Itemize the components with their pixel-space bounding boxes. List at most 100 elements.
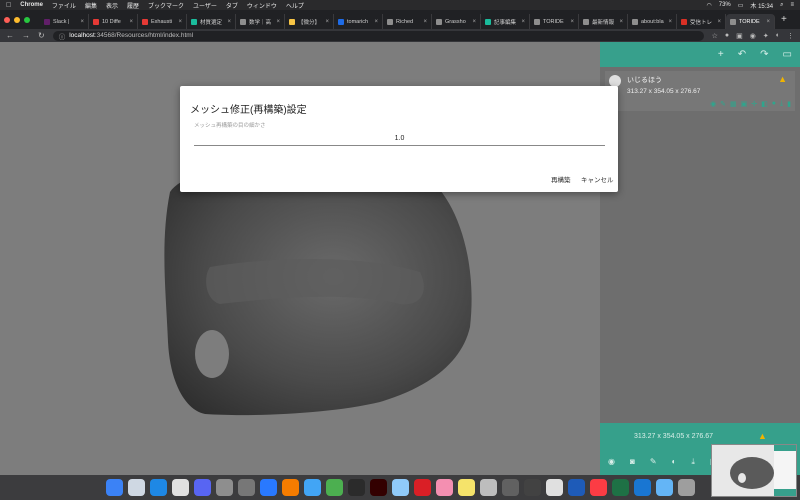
- edit-icon[interactable]: ✎: [650, 457, 657, 467]
- battery-percent[interactable]: 73%: [719, 2, 731, 8]
- chrome-icon[interactable]: [545, 479, 563, 496]
- trash-icon[interactable]: [677, 479, 695, 496]
- tab-close-icon[interactable]: ×: [766, 19, 770, 25]
- creative-cloud-icon[interactable]: [413, 479, 431, 496]
- browser-tab[interactable]: Grassho ×: [432, 14, 481, 29]
- menu-file[interactable]: ファイル: [52, 1, 76, 10]
- app-icon[interactable]: [259, 479, 277, 496]
- delete-icon[interactable]: ▮: [787, 100, 791, 108]
- notes-icon[interactable]: [457, 479, 475, 496]
- browser-tab[interactable]: 記事編集 ×: [481, 14, 530, 29]
- url-field[interactable]: ⓘ localhost:34568/Resources/html/index.h…: [52, 30, 704, 41]
- clock[interactable]: 木 15:34: [750, 1, 773, 10]
- mesh-resolution-input[interactable]: [194, 131, 605, 146]
- app-icon[interactable]: [325, 479, 343, 496]
- cancel-button[interactable]: キャンセル: [581, 174, 614, 184]
- browser-tab[interactable]: TORIDE ×: [726, 14, 775, 29]
- new-tab-button[interactable]: +: [781, 14, 787, 25]
- menu-bookmarks[interactable]: ブックマーク: [148, 1, 184, 10]
- music-icon[interactable]: [589, 479, 607, 496]
- forward-icon[interactable]: →: [22, 31, 30, 40]
- c-icon[interactable]: [303, 479, 321, 496]
- download-icon[interactable]: ⤓: [691, 457, 695, 467]
- browser-tab[interactable]: Slack | ×: [40, 14, 89, 29]
- extensions-puzzle-icon[interactable]: ✦: [763, 32, 769, 40]
- tab-close-icon[interactable]: ×: [619, 19, 623, 25]
- mesh-list-item[interactable]: いじるほう 313.27 x 354.05 x 276.67 ▲ ◉ ✎ ▦ ▣…: [605, 71, 795, 111]
- battery-icon[interactable]: ▭: [738, 2, 744, 9]
- extension-icon[interactable]: ▣: [736, 32, 743, 40]
- tab-close-icon[interactable]: ×: [80, 19, 84, 25]
- chrome-icon[interactable]: [171, 479, 189, 496]
- browser-tab[interactable]: 10 Diffe ×: [89, 14, 138, 29]
- tab-close-icon[interactable]: ×: [374, 19, 378, 25]
- photos-icon[interactable]: [435, 479, 453, 496]
- fusion-icon[interactable]: [281, 479, 299, 496]
- site-info-icon[interactable]: ⓘ: [59, 31, 66, 41]
- edit-icon[interactable]: ✎: [720, 100, 726, 108]
- tab-close-icon[interactable]: ×: [472, 19, 476, 25]
- pycharm-icon[interactable]: [347, 479, 365, 496]
- add-icon[interactable]: +: [718, 49, 724, 60]
- close-window-button[interactable]: [4, 16, 10, 23]
- grid-icon[interactable]: ▦: [730, 100, 737, 108]
- menu-history[interactable]: 履歴: [127, 1, 139, 10]
- split-icon[interactable]: ◧: [761, 100, 768, 108]
- extension-icon[interactable]: ●: [725, 32, 729, 39]
- browser-tab[interactable]: 材質選定 ×: [187, 14, 236, 29]
- apple-icon[interactable]: : [6, 2, 11, 9]
- move-icon[interactable]: ✛: [751, 100, 757, 108]
- visibility-icon[interactable]: ◉: [710, 100, 716, 108]
- panel-toggle-icon[interactable]: ▭: [783, 49, 792, 60]
- chrome-menu-icon[interactable]: ⋮: [787, 32, 794, 40]
- tab-close-icon[interactable]: ×: [276, 19, 280, 25]
- menu-edit[interactable]: 編集: [85, 1, 97, 10]
- browser-tab[interactable]: about:bla ×: [628, 14, 677, 29]
- app-icon[interactable]: [501, 479, 519, 496]
- visibility-icon[interactable]: ◉: [608, 457, 615, 467]
- toggle-icon[interactable]: ◐: [672, 457, 677, 467]
- camera-icon[interactable]: ◙: [630, 457, 635, 467]
- browser-tab[interactable]: 数学｜高 ×: [236, 14, 285, 29]
- tab-close-icon[interactable]: ×: [717, 19, 721, 25]
- color-icon[interactable]: ●: [772, 100, 776, 108]
- safari-icon[interactable]: [127, 479, 145, 496]
- menu-window[interactable]: ウィンドウ: [247, 1, 277, 10]
- browser-tab[interactable]: Exhausti ×: [138, 14, 187, 29]
- illustrator-icon[interactable]: [369, 479, 387, 496]
- profile-avatar[interactable]: ◐: [776, 32, 780, 39]
- browser-tab[interactable]: 受信トレ ×: [677, 14, 726, 29]
- menu-users[interactable]: ユーザー: [193, 1, 217, 10]
- vscode-icon[interactable]: [149, 479, 167, 496]
- download-icon[interactable]: ⤓: [780, 100, 783, 108]
- reload-icon[interactable]: ↻: [38, 31, 45, 40]
- tab-close-icon[interactable]: ×: [423, 19, 427, 25]
- discord-icon[interactable]: [193, 479, 211, 496]
- bookmark-star-icon[interactable]: ☆: [712, 32, 718, 40]
- app-icon[interactable]: [215, 479, 233, 496]
- scale-icon[interactable]: ▣: [741, 100, 748, 108]
- screenshot-thumbnail[interactable]: [711, 444, 797, 497]
- tab-close-icon[interactable]: ×: [570, 19, 574, 25]
- menu-app-name[interactable]: Chrome: [20, 2, 43, 8]
- excel-icon[interactable]: [611, 479, 629, 496]
- tab-close-icon[interactable]: ×: [129, 19, 133, 25]
- app-icon[interactable]: [237, 479, 255, 496]
- browser-tab[interactable]: 【微分】 ×: [285, 14, 334, 29]
- menu-help[interactable]: ヘルプ: [286, 1, 304, 10]
- search-icon[interactable]: ⌕: [780, 2, 783, 9]
- app-icon[interactable]: [479, 479, 497, 496]
- zoom-window-button[interactable]: [24, 16, 30, 23]
- minimize-window-button[interactable]: [14, 16, 20, 23]
- tab-close-icon[interactable]: ×: [325, 19, 329, 25]
- back-icon[interactable]: ←: [6, 31, 14, 40]
- tab-close-icon[interactable]: ×: [178, 19, 182, 25]
- preview-icon[interactable]: [391, 479, 409, 496]
- control-center-icon[interactable]: ≡: [790, 2, 794, 8]
- browser-tab[interactable]: 最新情報 ×: [579, 14, 628, 29]
- extension-icon[interactable]: ◉: [750, 32, 756, 40]
- redo-icon[interactable]: ↷: [760, 49, 768, 60]
- browser-tab[interactable]: tomarich ×: [334, 14, 383, 29]
- rebuild-button[interactable]: 再構築: [551, 174, 571, 184]
- finder-icon[interactable]: [105, 479, 123, 496]
